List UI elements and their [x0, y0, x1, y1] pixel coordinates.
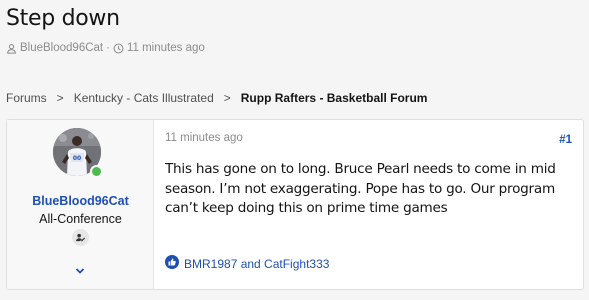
- thread-author-link[interactable]: BlueBlood96Cat: [20, 42, 103, 54]
- post-number-link[interactable]: #1: [559, 134, 572, 146]
- post-username[interactable]: BlueBlood96Cat: [7, 194, 154, 208]
- thread-meta: BlueBlood96Cat · 11 minutes ago: [6, 42, 205, 54]
- breadcrumb-forums[interactable]: Forums: [6, 91, 47, 105]
- user-banner-icon: [72, 229, 89, 246]
- reactions-bar: BMR1987 and CatFight333: [165, 255, 329, 272]
- thread-title: Step down: [6, 6, 120, 31]
- post-body: This has gone on to long. Bruce Pearl ne…: [165, 161, 556, 216]
- breadcrumb-current[interactable]: Rupp Rafters - Basketball Forum: [241, 91, 428, 105]
- breadcrumb-separator: >: [223, 91, 231, 105]
- user-title: All-Conference: [39, 212, 122, 226]
- post: 00 BlueBlood96Cat All-Conference 11 minu…: [6, 119, 584, 290]
- user-icon: [6, 43, 17, 54]
- online-status-indicator: [90, 165, 103, 178]
- clock-icon: [113, 43, 124, 54]
- svg-text:00: 00: [73, 155, 81, 162]
- reactions-list[interactable]: BMR1987 and CatFight333: [184, 257, 329, 271]
- breadcrumb-kentucky[interactable]: Kentucky - Cats Illustrated: [74, 91, 214, 105]
- breadcrumb-separator: >: [56, 91, 64, 105]
- post-time-link[interactable]: 11 minutes ago: [165, 132, 243, 144]
- thumbs-up-icon: [165, 255, 179, 272]
- post-main-cell: 11 minutes ago #1 This has gone on to lo…: [154, 120, 583, 289]
- post-user-cell: 00 BlueBlood96Cat All-Conference: [7, 120, 154, 289]
- chevron-down-icon[interactable]: [73, 263, 87, 274]
- thread-time-link[interactable]: 11 minutes ago: [127, 42, 205, 54]
- meta-separator: ·: [106, 42, 110, 54]
- breadcrumb: Forums > Kentucky - Cats Illustrated > R…: [6, 91, 427, 105]
